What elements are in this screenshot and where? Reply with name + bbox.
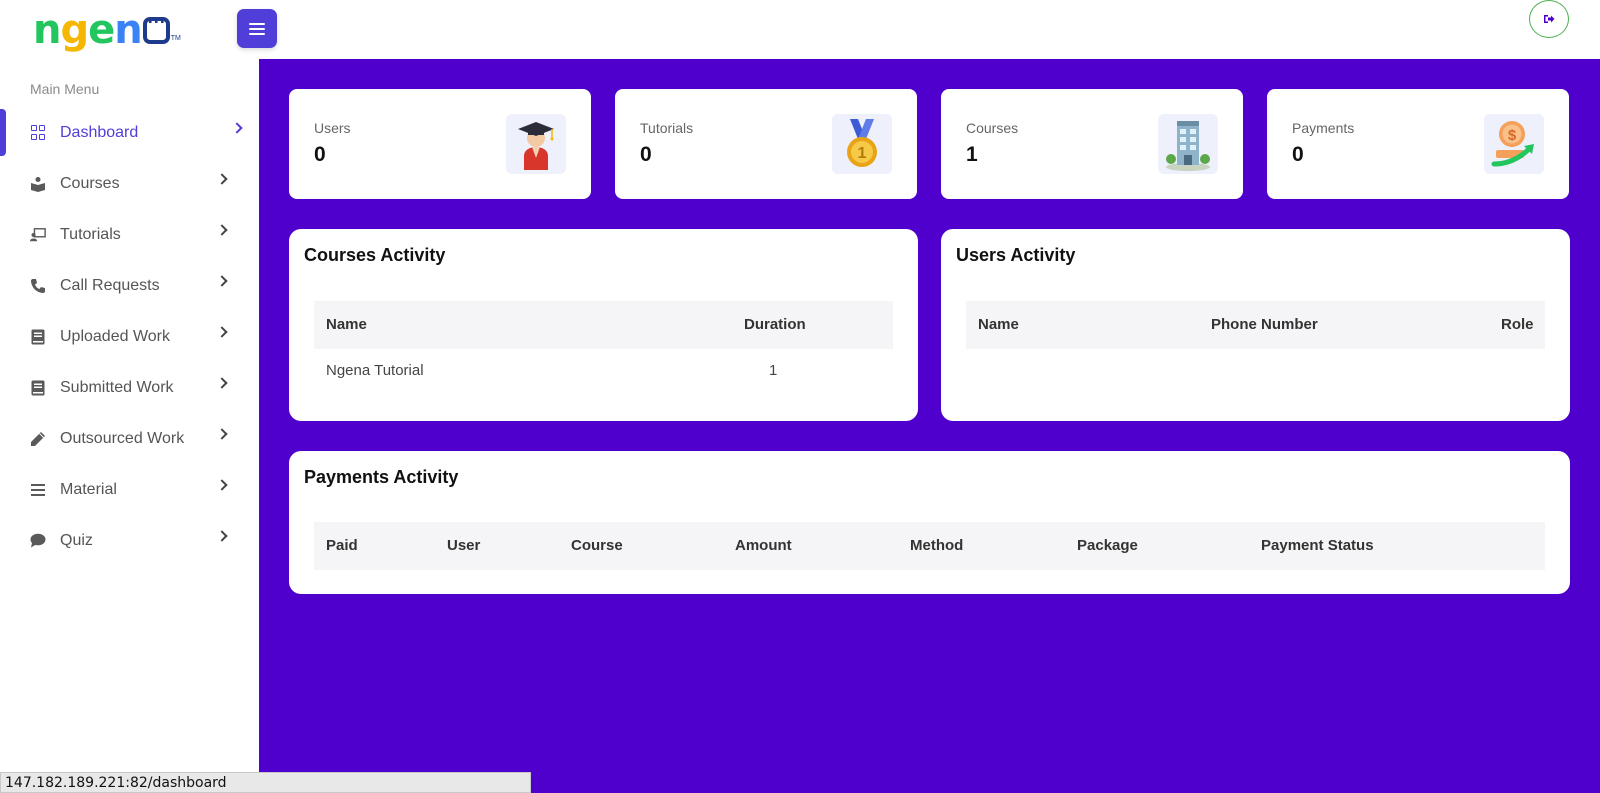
graduate-icon [506, 114, 566, 174]
column-header-name[interactable]: Name [326, 316, 367, 333]
book-icon [30, 380, 46, 396]
stat-label: Users [314, 120, 351, 136]
chevron-right-icon [216, 479, 228, 491]
stat-card-courses[interactable]: Courses 1 [941, 89, 1243, 199]
stat-card-payments[interactable]: Payments 0 $ [1267, 89, 1569, 199]
hamburger-icon [249, 22, 265, 35]
sidebar-item-label: Call Requests [60, 276, 160, 294]
sidebar-item-label: Tutorials [60, 225, 121, 243]
sidebar-item-material[interactable]: Material [0, 464, 259, 515]
column-header-name[interactable]: Name [978, 316, 1019, 333]
sidebar-item-label: Material [60, 480, 117, 498]
sidebar-item-label: Outsourced Work [60, 429, 185, 447]
money-growth-icon: $ [1484, 114, 1544, 174]
column-header-phone-number[interactable]: Phone Number [1211, 316, 1318, 333]
chevron-right-icon [216, 224, 228, 236]
column-header-user[interactable]: User [447, 537, 480, 554]
stat-label: Payments [1292, 120, 1355, 136]
chevron-right-icon [216, 377, 228, 389]
comment-icon [30, 533, 46, 549]
stat-label: Tutorials [640, 120, 694, 136]
table-header: Paid User Course Amount Method Package P… [314, 522, 1545, 570]
column-header-payment-status[interactable]: Payment Status [1261, 537, 1374, 554]
svg-text:$: $ [1508, 127, 1517, 144]
cell-course-duration: 1 [769, 362, 778, 379]
sidebar-item-label: Dashboard [60, 123, 139, 141]
users-activity-panel: Users Activity Name Phone Number Role [941, 229, 1570, 421]
column-header-course[interactable]: Course [571, 537, 623, 554]
sidebar-item-courses[interactable]: Courses [0, 158, 259, 209]
building-icon [1158, 114, 1218, 174]
menu-toggle-button[interactable] [237, 9, 277, 48]
sidebar-item-submitted-work[interactable]: Submitted Work [0, 362, 259, 413]
sidebar-item-outsourced-work[interactable]: Outsourced Work [0, 413, 259, 464]
sidebar-item-label: Uploaded Work [60, 327, 170, 345]
panel-title: Payments Activity [304, 467, 459, 487]
chalkboard-teacher-icon [30, 227, 46, 243]
sidebar-item-label: Submitted Work [60, 378, 174, 396]
table-header: Name Duration [314, 301, 893, 349]
book-reader-icon [30, 176, 46, 192]
chat-bubble-icon [142, 12, 170, 44]
column-header-method[interactable]: Method [910, 537, 963, 554]
sidebar-item-label: Quiz [60, 531, 93, 549]
grid-icon [30, 125, 46, 141]
pencil-icon [30, 431, 46, 447]
chevron-right-icon [231, 122, 243, 134]
chevron-right-icon [216, 173, 228, 185]
chevron-right-icon [216, 530, 228, 542]
courses-activity-panel: Courses Activity Name Duration Ngena Tut… [289, 229, 918, 421]
svg-text:1: 1 [858, 145, 867, 162]
stat-value: 1 [966, 143, 978, 166]
phone-icon [30, 278, 46, 294]
chevron-right-icon [216, 428, 228, 440]
column-header-paid[interactable]: Paid [326, 537, 358, 554]
column-header-amount[interactable]: Amount [735, 537, 792, 554]
stat-value: 0 [640, 143, 652, 166]
sidebar-item-uploaded-work[interactable]: Uploaded Work [0, 311, 259, 362]
stat-value: 0 [1292, 143, 1304, 166]
top-header: ngenTM [0, 0, 1600, 59]
panel-title: Users Activity [956, 245, 1076, 265]
sidebar-nav: Dashboard Courses Tutorials Call Request… [0, 107, 259, 566]
sidebar-item-call-requests[interactable]: Call Requests [0, 260, 259, 311]
ngena-logo[interactable]: ngenTM [33, 6, 181, 50]
stat-label: Courses [966, 120, 1019, 136]
sign-out-icon [1544, 15, 1555, 23]
medal-icon: 1 [832, 114, 892, 174]
main-menu-heading: Main Menu [30, 81, 100, 97]
sidebar-item-label: Courses [60, 174, 120, 192]
logout-button[interactable] [1529, 0, 1569, 38]
sidebar: Main Menu Dashboard Courses Tutorials Ca… [0, 59, 259, 793]
book-icon [30, 329, 46, 345]
sidebar-item-quiz[interactable]: Quiz [0, 515, 259, 566]
cell-course-name: Ngena Tutorial [326, 362, 424, 379]
stat-card-tutorials[interactable]: Tutorials 0 1 [615, 89, 917, 199]
column-header-duration[interactable]: Duration [744, 316, 806, 333]
chevron-right-icon [216, 326, 228, 338]
stat-card-users[interactable]: Users 0 [289, 89, 591, 199]
payments-activity-panel: Payments Activity Paid User Course Amoun… [289, 451, 1570, 594]
column-header-role[interactable]: Role [1501, 316, 1534, 333]
sidebar-item-tutorials[interactable]: Tutorials [0, 209, 259, 260]
status-bar-url: 147.182.189.221:82/dashboard [0, 772, 531, 793]
bars-icon [30, 482, 46, 498]
table-header: Name Phone Number Role [966, 301, 1545, 349]
chevron-right-icon [216, 275, 228, 287]
column-header-package[interactable]: Package [1077, 537, 1138, 554]
panel-title: Courses Activity [304, 245, 446, 265]
stat-value: 0 [314, 143, 326, 166]
sidebar-item-dashboard[interactable]: Dashboard [0, 107, 259, 158]
